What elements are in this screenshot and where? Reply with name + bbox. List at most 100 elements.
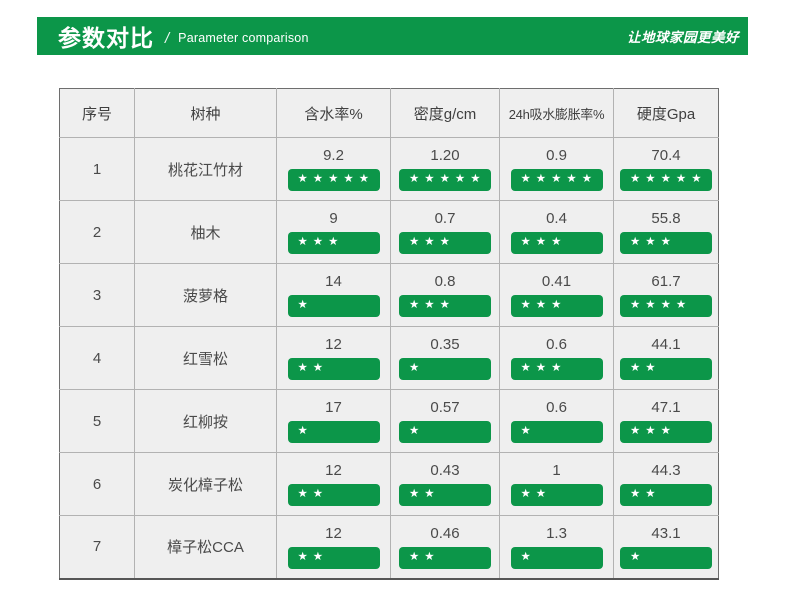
metric-value: 0.8 bbox=[434, 273, 456, 290]
star-rating-badge: ★★ bbox=[287, 484, 380, 506]
column-header: 含水率% bbox=[276, 88, 391, 138]
metric-cell: 1.3 ★ bbox=[499, 515, 614, 580]
star-rating-badge: ★★ bbox=[510, 484, 603, 506]
row-number-cell: 2 bbox=[59, 200, 135, 264]
column-header: 树种 bbox=[134, 88, 277, 138]
metric-value: 47.1 bbox=[651, 399, 681, 416]
metric-cell: 0.43 ★★ bbox=[390, 452, 500, 516]
metric-value: 12 bbox=[325, 336, 342, 353]
table-row: 5 红柳按 17 ★ 0.57 ★ 0.6 ★ 47.1 ★★★ bbox=[59, 389, 719, 453]
column-header: 密度g/cm bbox=[390, 88, 500, 138]
column-header: 硬度Gpa bbox=[613, 88, 719, 138]
metric-cell: 0.35 ★ bbox=[390, 326, 500, 390]
star-icons: ★★★★★ bbox=[297, 173, 375, 186]
metric-value: 17 bbox=[325, 399, 342, 416]
metric-cell: 55.8 ★★★ bbox=[613, 200, 719, 264]
star-icons: ★ bbox=[630, 551, 646, 564]
star-rating-badge: ★★ bbox=[620, 484, 712, 506]
star-rating-badge: ★★★ bbox=[620, 421, 712, 443]
star-icons: ★ bbox=[520, 551, 536, 564]
metric-value: 55.8 bbox=[651, 210, 681, 227]
metric-value: 9 bbox=[329, 210, 338, 227]
metric-cell: 44.3 ★★ bbox=[613, 452, 719, 516]
metric-cell: 0.4 ★★★ bbox=[499, 200, 614, 264]
metric-value: 0.41 bbox=[541, 273, 572, 290]
star-icons: ★ bbox=[409, 362, 425, 375]
row-number-cell: 3 bbox=[59, 263, 135, 327]
table-row: 1 桃花江竹材 9.2 ★★★★★ 1.20 ★★★★★ 0.9 ★★★★★ 70.4 ★★★★★ bbox=[59, 137, 719, 201]
star-icons: ★★★ bbox=[630, 425, 676, 438]
star-rating-badge: ★ bbox=[287, 295, 380, 317]
metric-cell: 17 ★ bbox=[276, 389, 391, 453]
row-number-cell: 7 bbox=[59, 515, 135, 580]
column-header: 序号 bbox=[59, 88, 135, 138]
star-rating-badge: ★★ bbox=[287, 547, 380, 569]
star-rating-badge: ★ bbox=[620, 547, 712, 569]
table-row: 2 柚木 9 ★★★ 0.7 ★★★ 0.4 ★★★ 55.8 ★★★ bbox=[59, 200, 719, 264]
banner-title-zh: 参数对比 bbox=[58, 25, 154, 51]
star-rating-badge: ★ bbox=[399, 421, 491, 443]
star-icons: ★★★★★ bbox=[409, 173, 486, 186]
star-rating-badge: ★★★★★ bbox=[287, 169, 380, 191]
metric-value: 0.7 bbox=[434, 210, 456, 227]
star-icons: ★★ bbox=[297, 551, 329, 564]
row-number-cell: 4 bbox=[59, 326, 135, 390]
star-rating-badge: ★★★ bbox=[510, 232, 603, 254]
star-icons: ★★★ bbox=[297, 236, 344, 249]
species-cell: 柚木 bbox=[134, 200, 277, 264]
metric-value: 14 bbox=[325, 273, 342, 290]
metric-cell: 9.2 ★★★★★ bbox=[276, 137, 391, 201]
star-icons: ★ bbox=[520, 425, 536, 438]
metric-value: 0.9 bbox=[546, 147, 567, 164]
comparison-table-wrap: 序号 树种 含水率% 密度g/cm 24h吸水膨胀率% 硬度Gpa 1 桃花江竹材 9.2 ★★… bbox=[59, 88, 719, 580]
metric-cell: 0.9 ★★★★★ bbox=[499, 137, 614, 201]
row-number-cell: 5 bbox=[59, 389, 135, 453]
metric-value: 12 bbox=[325, 525, 342, 542]
star-icons: ★★★ bbox=[409, 299, 455, 312]
star-icons: ★ bbox=[297, 425, 313, 438]
metric-cell: 12 ★★ bbox=[276, 515, 391, 580]
species-cell: 红柳按 bbox=[134, 389, 277, 453]
star-rating-badge: ★★★ bbox=[287, 232, 380, 254]
star-rating-badge: ★★★★★ bbox=[620, 169, 712, 191]
star-rating-badge: ★★ bbox=[620, 358, 712, 380]
star-icons: ★★★ bbox=[520, 362, 567, 375]
star-icons: ★★ bbox=[630, 362, 661, 375]
metric-value: 0.46 bbox=[430, 525, 460, 542]
row-number-cell: 1 bbox=[59, 137, 135, 201]
star-icons: ★ bbox=[297, 299, 313, 312]
metric-value: 44.3 bbox=[651, 462, 681, 479]
metric-value: 0.43 bbox=[430, 462, 460, 479]
species-cell: 红雪松 bbox=[134, 326, 277, 390]
metric-cell: 47.1 ★★★ bbox=[613, 389, 719, 453]
star-rating-badge: ★ bbox=[399, 358, 491, 380]
star-rating-badge: ★★ bbox=[287, 358, 380, 380]
metric-cell: 9 ★★★ bbox=[276, 200, 391, 264]
metric-value: 9.2 bbox=[323, 147, 344, 164]
star-rating-badge: ★★★ bbox=[510, 358, 603, 380]
star-icons: ★★★ bbox=[520, 236, 567, 249]
metric-cell: 0.57 ★ bbox=[390, 389, 500, 453]
star-rating-badge: ★★★★★ bbox=[399, 169, 491, 191]
star-rating-badge: ★ bbox=[510, 547, 603, 569]
star-icons: ★★★ bbox=[409, 236, 455, 249]
star-icons: ★★★ bbox=[630, 236, 676, 249]
table-row: 3 菠萝格 14 ★ 0.8 ★★★ 0.41 ★★★ 61.7 ★★★★ bbox=[59, 263, 719, 327]
star-icons: ★★★ bbox=[520, 299, 567, 312]
metric-value: 0.6 bbox=[546, 336, 567, 353]
metric-value: 1.20 bbox=[430, 147, 460, 164]
metric-cell: 14 ★ bbox=[276, 263, 391, 327]
metric-cell: 1 ★★ bbox=[499, 452, 614, 516]
metric-value: 0.57 bbox=[430, 399, 460, 416]
metric-cell: 12 ★★ bbox=[276, 326, 391, 390]
metric-cell: 70.4 ★★★★★ bbox=[613, 137, 719, 201]
table-row: 7 樟子松CCA 12 ★★ 0.46 ★★ 1.3 ★ 43.1 ★ bbox=[59, 515, 719, 580]
banner-title-en: Parameter comparison bbox=[178, 30, 309, 45]
star-rating-badge: ★★★ bbox=[510, 295, 603, 317]
star-rating-badge: ★ bbox=[287, 421, 380, 443]
metric-cell: 1.20 ★★★★★ bbox=[390, 137, 500, 201]
star-icons: ★★★★★ bbox=[630, 173, 707, 186]
metric-cell: 0.46 ★★ bbox=[390, 515, 500, 580]
banner-separator: / bbox=[165, 29, 170, 47]
star-icons: ★★★★ bbox=[630, 299, 692, 312]
